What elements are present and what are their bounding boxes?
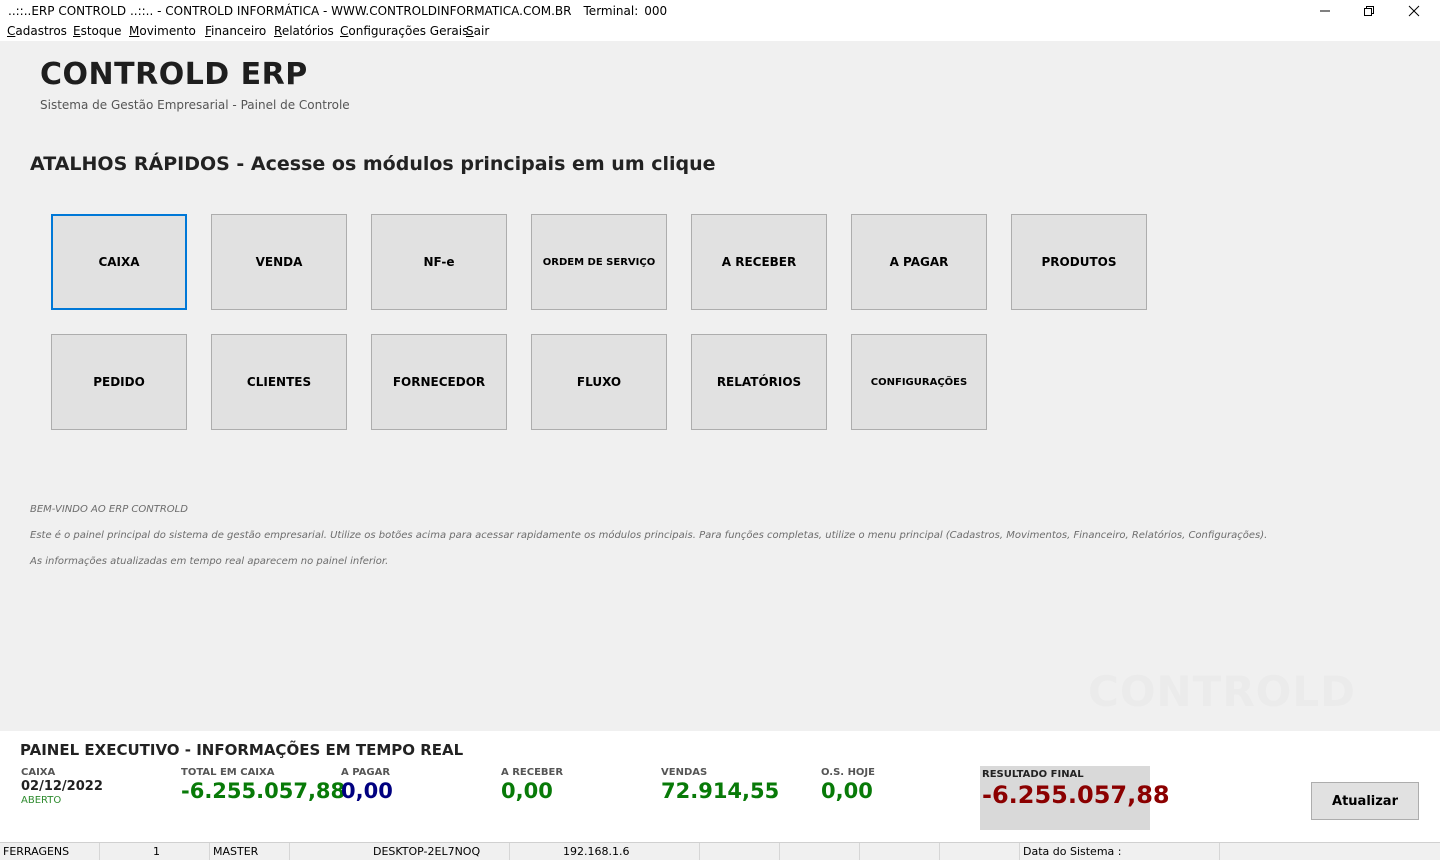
stat-os-hoje-value: 0,00 <box>821 779 873 803</box>
shortcut-produtos-button[interactable]: PRODUTOS <box>1011 214 1147 310</box>
status-empty-3 <box>860 843 940 860</box>
stat-caixa-status: ABERTO <box>21 795 62 806</box>
info-text-1: Este é o painel principal do sistema de … <box>30 530 1268 541</box>
menu-cadastros[interactable]: Cadastros <box>7 24 67 38</box>
welcome-text: BEM-VINDO AO ERP CONTROLD <box>30 504 188 515</box>
menu-label: adastros <box>15 24 67 38</box>
menu-configuracoes-gerais[interactable]: Configurações Gerais <box>340 24 468 38</box>
stat-total-caixa-label: TOTAL EM CAIXA <box>181 767 275 778</box>
stat-vendas: VENDAS 72.914,55 <box>661 767 779 803</box>
shortcut-venda-button[interactable]: VENDA <box>211 214 347 310</box>
stat-a-pagar-value: 0,00 <box>341 779 393 803</box>
minimize-icon <box>1320 10 1330 12</box>
stat-os-hoje: O.S. HOJE 0,00 <box>821 767 875 803</box>
menu-label: ovimento <box>139 24 196 38</box>
window-title-text: ..::..ERP CONTROLD ..::.. - CONTROLD INF… <box>8 4 572 18</box>
menu-label: stoque <box>80 24 122 38</box>
shortcut-a-pagar-button[interactable]: A PAGAR <box>851 214 987 310</box>
stat-vendas-label: VENDAS <box>661 767 708 778</box>
refresh-button[interactable]: Atualizar <box>1311 782 1419 820</box>
minimize-button[interactable] <box>1302 0 1348 22</box>
menu-estoque[interactable]: Estoque <box>73 24 122 38</box>
close-icon <box>1408 5 1420 17</box>
stat-total-caixa: TOTAL EM CAIXA -6.255.057,88 <box>181 767 345 803</box>
menu-label: air <box>473 24 490 38</box>
status-company: FERRAGENS <box>0 843 100 860</box>
window-title: ..::..ERP CONTROLD ..::.. - CONTROLD INF… <box>8 4 667 18</box>
executive-panel-title: PAINEL EXECUTIVO - INFORMAÇÕES EM TEMPO … <box>20 741 464 759</box>
status-computer: DESKTOP-2EL7NOQ <box>370 843 510 860</box>
info-text-2: As informações atualizadas em tempo real… <box>30 556 389 567</box>
menu-label: elatórios <box>281 24 334 38</box>
shortcut-caixa-button[interactable]: CAIXA <box>51 214 187 310</box>
menu-financeiro[interactable]: Financeiro <box>205 24 266 38</box>
menu-label: onfigurações Gerais <box>348 24 469 38</box>
stat-a-receber-label: A RECEBER <box>501 767 564 778</box>
status-empty-1 <box>700 843 780 860</box>
status-empty-4 <box>940 843 1020 860</box>
close-button[interactable] <box>1391 0 1437 22</box>
stat-caixa-date: 02/12/2022 <box>21 779 103 794</box>
status-ip: 192.168.1.6 <box>560 843 700 860</box>
stat-vendas-value: 72.914,55 <box>661 779 780 803</box>
menu-accelerator: S <box>466 24 474 38</box>
app-subtitle: Sistema de Gestão Empresarial - Painel d… <box>40 98 350 112</box>
shortcut-ordem-servico-button[interactable]: ORDEM DE SERVIÇO <box>531 214 667 310</box>
stat-total-caixa-value: -6.255.057,88 <box>181 779 346 803</box>
menu-label: inanceiro <box>211 24 267 38</box>
shortcut-configuracoes-button[interactable]: CONFIGURAÇÕES <box>851 334 987 430</box>
status-system-date: Data do Sistema : <box>1020 843 1220 860</box>
menu-sair[interactable]: Sair <box>466 24 489 38</box>
shortcuts-title: ATALHOS RÁPIDOS - Acesse os módulos prin… <box>30 153 716 175</box>
resultado-final-box: RESULTADO FINAL -6.255.057,88 <box>980 766 1170 830</box>
status-user: MASTER <box>210 843 290 860</box>
executive-panel: PAINEL EXECUTIVO - INFORMAÇÕES EM TEMPO … <box>0 731 1440 842</box>
terminal-value: 000 <box>644 4 668 18</box>
stat-a-receber-value: 0,00 <box>501 779 553 803</box>
menu-movimento[interactable]: Movimento <box>129 24 196 38</box>
shortcut-fluxo-button[interactable]: FLUXO <box>531 334 667 430</box>
shortcut-pedido-button[interactable]: PEDIDO <box>51 334 187 430</box>
menu-accelerator: M <box>129 24 140 38</box>
shortcut-clientes-button[interactable]: CLIENTES <box>211 334 347 430</box>
resultado-final-value: -6.255.057,88 <box>982 781 1170 809</box>
stat-a-receber: A RECEBER 0,00 <box>501 767 563 803</box>
menu-relatorios[interactable]: Relatórios <box>274 24 334 38</box>
status-number: 1 <box>150 843 210 860</box>
restore-icon <box>1364 6 1374 16</box>
resultado-final-label: RESULTADO FINAL <box>982 769 1084 780</box>
title-bar: ..::..ERP CONTROLD ..::.. - CONTROLD INF… <box>0 0 1440 22</box>
stat-caixa-label: CAIXA <box>21 767 56 778</box>
restore-button[interactable] <box>1346 0 1392 22</box>
app-title: CONTROLD ERP <box>40 57 308 92</box>
shortcut-fornecedor-button[interactable]: FORNECEDOR <box>371 334 507 430</box>
menu-accelerator: E <box>73 24 81 38</box>
shortcut-a-receber-button[interactable]: A RECEBER <box>691 214 827 310</box>
status-empty-2 <box>780 843 860 860</box>
stat-caixa: CAIXA 02/12/2022 ABERTO <box>21 767 103 806</box>
stat-a-pagar: A PAGAR 0,00 <box>341 767 393 803</box>
shortcut-nfe-button[interactable]: NF-e <box>371 214 507 310</box>
shortcut-relatorios-button[interactable]: RELATÓRIOS <box>691 334 827 430</box>
status-bar: FERRAGENS 1 MASTER DESKTOP-2EL7NOQ 192.1… <box>0 842 1440 860</box>
stat-os-hoje-label: O.S. HOJE <box>821 767 875 778</box>
menu-accelerator: R <box>274 24 282 38</box>
watermark-logo: CONTROLD <box>1088 667 1356 716</box>
terminal-label: Terminal: <box>583 4 639 18</box>
stat-a-pagar-label: A PAGAR <box>341 767 391 778</box>
menu-bar: Cadastros Estoque Movimento Financeiro R… <box>0 22 1440 41</box>
